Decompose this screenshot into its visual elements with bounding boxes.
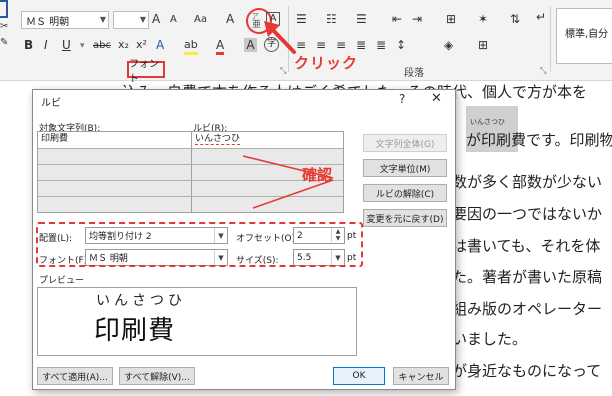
annotation-dashed-frame <box>36 222 363 267</box>
ruby-cell[interactable]: いんさつひ <box>192 132 343 149</box>
chevron-down-icon: ▼ <box>99 15 106 24</box>
asian-layout-icon[interactable]: ⊞ <box>446 12 456 26</box>
annotation-arrow-icon <box>264 21 296 54</box>
clear-format-icon[interactable]: A <box>226 12 234 26</box>
font-dialog-launcher-icon[interactable]: ⤡ <box>280 64 286 78</box>
doc-line: が印刷費です。印刷物 <box>466 131 612 149</box>
preview-label: プレビュー <box>39 276 85 286</box>
base-cell[interactable] <box>38 149 192 165</box>
doc-line: 要因の一つではないか <box>452 205 603 223</box>
change-case-icon[interactable]: Aa <box>194 13 207 27</box>
show-marks-icon[interactable]: ↵ <box>536 10 546 24</box>
distributed-icon[interactable]: ≣ <box>376 38 386 52</box>
numbering-icon[interactable]: ☷ <box>326 12 337 26</box>
font-name-value: ＭＳ 明朝 <box>26 16 70 28</box>
doc-line: 組み版のオペレーター <box>452 300 603 318</box>
grow-font-icon[interactable]: A <box>152 12 160 26</box>
annotation-click-label: クリック <box>294 54 359 72</box>
default-reading-button[interactable]: 変更を元に戻す(D) <box>363 209 447 227</box>
justify-icon[interactable]: ≣ <box>356 38 366 52</box>
shading-icon[interactable]: ◈ <box>444 38 453 52</box>
paragraph-dialog-launcher-icon[interactable]: ⤡ <box>540 64 546 78</box>
font-size-combo[interactable]: ▼ <box>113 11 149 29</box>
subscript-icon[interactable]: x₂ <box>118 38 129 52</box>
doc-line: た。著者が書いた原稿 <box>452 268 603 286</box>
text-effects-icon[interactable]: A <box>156 38 164 52</box>
align-center-icon[interactable]: ≡ <box>316 38 326 52</box>
char-shading-icon[interactable]: A <box>244 38 257 52</box>
font-name-combo[interactable]: ＭＳ 明朝 ▼ <box>21 11 109 29</box>
doc-line: 数が多く部数が少ない <box>452 173 603 191</box>
increase-indent-icon[interactable]: ⇥ <box>412 12 422 26</box>
text-direction-icon[interactable]: ✶ <box>478 12 488 26</box>
annotation-confirm-label: 確認 <box>302 166 333 184</box>
decrease-indent-icon[interactable]: ⇤ <box>392 12 402 26</box>
clear-ruby-button[interactable]: ルビの解除(C) <box>363 184 447 202</box>
style-normal[interactable]: 標準,自分 <box>556 8 612 64</box>
apply-all-button[interactable]: すべて適用(A)... <box>37 367 113 385</box>
scissors-icon[interactable]: ✂ <box>0 20 8 34</box>
doc-line: が身近なものになって <box>452 362 602 380</box>
doc-line: は書いても、それを体 <box>452 237 601 255</box>
bold-icon[interactable]: B <box>24 38 33 52</box>
sort-icon[interactable]: ⇅ <box>510 12 520 26</box>
font-group-label: フォント <box>127 59 165 85</box>
paragraph-group-label: 段落 <box>404 68 424 79</box>
borders-icon[interactable]: ⊞ <box>478 38 488 52</box>
help-button[interactable]: ? <box>399 92 405 106</box>
italic-icon[interactable]: I <box>44 38 48 52</box>
underline-icon[interactable]: U <box>62 38 71 52</box>
base-cell[interactable]: 印刷費 <box>38 132 192 149</box>
multilevel-list-icon[interactable]: ☰ <box>356 12 367 26</box>
mono-button[interactable]: 文字単位(M) <box>363 159 447 177</box>
superscript-icon[interactable]: x² <box>136 38 147 52</box>
group-all-button[interactable]: 文字列全体(G) <box>363 134 447 152</box>
base-cell[interactable] <box>38 181 192 197</box>
cancel-button[interactable]: キャンセル <box>393 367 449 385</box>
base-cell[interactable] <box>38 197 192 212</box>
clipboard-group-edge <box>0 0 8 18</box>
remove-all-button[interactable]: すべて解除(V)... <box>119 367 195 385</box>
preview-base: 印刷費 <box>94 316 176 346</box>
dropdown-icon[interactable]: ▾ <box>80 39 85 53</box>
preview-ruby: いんさつひ <box>96 293 186 309</box>
shrink-font-icon[interactable]: A <box>170 13 177 27</box>
base-cell[interactable] <box>38 165 192 181</box>
separator <box>550 6 551 72</box>
doc-line: いました。 <box>452 330 528 348</box>
ok-button[interactable]: OK <box>333 367 385 385</box>
line-spacing-icon[interactable]: ↕ <box>396 38 406 52</box>
dialog-title: ルビ <box>41 98 61 109</box>
font-color-icon[interactable]: A <box>216 38 225 55</box>
ribbon: ✂ ✎ ＭＳ 明朝 ▼ ▼ A A Aa A ア 亜 A B I U ▾ abc… <box>0 0 612 85</box>
align-right-icon[interactable]: ≡ <box>336 38 346 52</box>
preview-box: いんさつひ 印刷費 <box>37 287 357 356</box>
doc-ruby-text: いんさつひ <box>470 118 505 126</box>
style-label: 標準,自分 <box>565 29 609 40</box>
chevron-down-icon: ▼ <box>139 15 146 24</box>
highlight-icon[interactable]: ab <box>184 38 198 55</box>
format-painter-icon[interactable]: ✎ <box>0 36 8 50</box>
strikethrough-icon[interactable]: abc <box>93 39 111 53</box>
close-button[interactable]: ✕ <box>431 91 442 106</box>
